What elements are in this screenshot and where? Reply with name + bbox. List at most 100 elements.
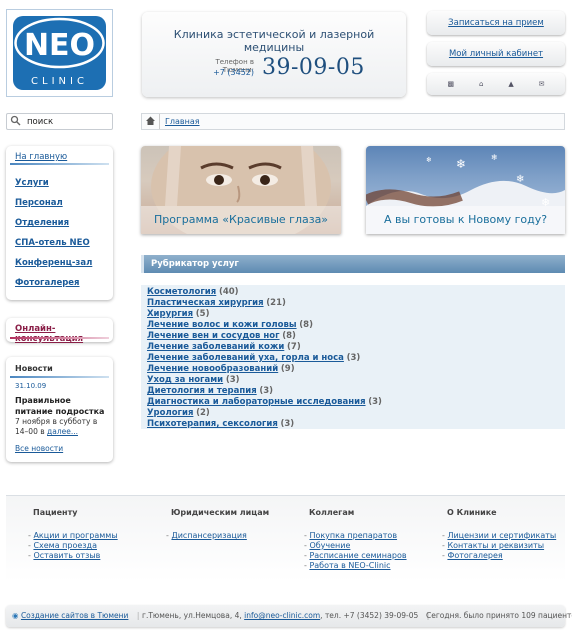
list-item[interactable]: Уход за ногами (3): [147, 375, 382, 386]
list-item[interactable]: Диагностика и лабораторные исследования …: [147, 397, 382, 408]
nav-item-conference[interactable]: Конференц-зал: [15, 258, 92, 278]
banner-beautiful-eyes[interactable]: Программа «Красивые глаза»: [141, 146, 341, 234]
search-input[interactable]: [27, 115, 111, 128]
doc-icon[interactable]: ▩: [447, 80, 454, 88]
phone-number: 39-09-05: [262, 55, 365, 80]
list-item[interactable]: Хирургия (5): [147, 309, 382, 320]
breadcrumb: Главная: [141, 113, 565, 130]
nav-item-staff[interactable]: Персонал: [15, 198, 92, 218]
rubric-link[interactable]: Лечение заболеваний кожи: [147, 342, 284, 352]
rubric-count: (3): [280, 419, 295, 429]
rubric-link[interactable]: Пластическая хирургия: [147, 298, 264, 308]
banner-right-caption: А вы готовы к Новому году?: [366, 206, 565, 234]
logo-word: NEO: [24, 28, 95, 63]
bottom-bar: ◉ Создание сайтов в Тюмени | г.Тюмень, у…: [6, 605, 572, 627]
cabinet-label: Мой личный кабинет: [448, 49, 544, 59]
rubricator-header: Рубрикатор услуг: [141, 255, 565, 273]
cabinet-button[interactable]: Мой личный кабинет: [427, 42, 565, 66]
list-item[interactable]: Диетология и терапия (3): [147, 386, 382, 397]
footer-link[interactable]: Акции и программы: [33, 531, 117, 540]
footer-link[interactable]: Фотогалерея: [447, 551, 502, 560]
rubric-link[interactable]: Лечение заболеваний уха, горла и носа: [147, 353, 344, 363]
rubric-link[interactable]: Лечение волос и кожи головы: [147, 320, 297, 330]
list-item[interactable]: Лечение новообразований (9): [147, 364, 382, 375]
consult-divider: [10, 337, 109, 339]
nav-item-label[interactable]: Услуги: [15, 178, 49, 188]
icon-bar: ▩ ⌂ ▲ ✉: [427, 73, 565, 95]
svg-text:❄: ❄: [456, 157, 466, 171]
rubric-count: (3): [368, 397, 382, 407]
nav-item-label[interactable]: Отделения: [15, 218, 69, 228]
list-item[interactable]: Урология (2): [147, 408, 382, 419]
rubric-link[interactable]: Косметология: [147, 287, 216, 297]
creator-link[interactable]: Создание сайтов в Тюмени: [21, 611, 128, 620]
list-item[interactable]: Косметология (40): [147, 287, 382, 298]
footer-link[interactable]: Оставить отзыв: [33, 551, 100, 560]
nav-item-departments[interactable]: Отделения: [15, 218, 92, 238]
footer-link[interactable]: Лицензии и сертификаты: [447, 531, 556, 540]
list-item[interactable]: Лечение вен и сосудов ног (8): [147, 331, 382, 342]
rubric-count: (21): [266, 298, 286, 308]
footer-link[interactable]: Диспансеризация: [171, 531, 246, 540]
list-item[interactable]: Пластическая хирургия (21): [147, 298, 382, 309]
rubric-link[interactable]: Психотерапия, сексология: [147, 419, 278, 429]
list-item[interactable]: Лечение заболеваний кожи (7): [147, 342, 382, 353]
home-icon[interactable]: ⌂: [479, 80, 483, 88]
consult-link[interactable]: Онлайн-консультация: [15, 324, 113, 344]
footer-col-title: Пациенту: [33, 508, 78, 517]
rubric-link[interactable]: Уход за ногами: [147, 375, 223, 385]
svg-text:❄: ❄: [426, 156, 432, 164]
appointment-button[interactable]: Записаться на прием: [427, 11, 565, 35]
banner-new-year[interactable]: ❄ ❄ ❄ ❄ ❄ А вы готовы к Новому году?: [366, 146, 565, 234]
nav-item-label[interactable]: СПА-отель NEO: [15, 238, 90, 248]
news-divider: [10, 376, 109, 378]
rubric-link[interactable]: Урология: [147, 408, 193, 418]
mail-icon[interactable]: ✉: [539, 80, 545, 88]
address-block: г.Тюмень, ул.Немцова, 4, info@neo-clinic…: [142, 611, 430, 620]
footer-link[interactable]: Расписание семинаров: [309, 551, 406, 560]
news-more-link[interactable]: далее...: [47, 427, 78, 436]
nav-item-label[interactable]: Фотогалерея: [15, 278, 80, 288]
all-news-link[interactable]: Все новости: [15, 444, 63, 453]
search-box: [6, 113, 113, 130]
nav-home-link[interactable]: На главную: [15, 152, 67, 162]
rubricator-list: Косметология (40) Пластическая хирургия …: [141, 285, 565, 429]
nav-item-label[interactable]: Персонал: [15, 198, 63, 208]
rubric-count: (7): [287, 342, 301, 352]
nav-item-label[interactable]: Конференц-зал: [15, 258, 92, 268]
header-box: Клиника эстетической и лазерной медицины…: [142, 12, 406, 97]
svg-text:❄: ❄: [491, 153, 498, 162]
footer-col-title: О Клинике: [447, 508, 497, 517]
nav-item-services[interactable]: Услуги: [15, 178, 92, 198]
list-item[interactable]: Психотерапия, сексология (3): [147, 419, 382, 430]
footer-link[interactable]: Схема проезда: [33, 541, 97, 550]
sitemap-icon[interactable]: ▲: [508, 80, 513, 88]
rubric-link[interactable]: Лечение вен и сосудов ног: [147, 331, 280, 341]
rubric-link[interactable]: Лечение новообразований: [147, 364, 278, 374]
breadcrumb-home-link[interactable]: Главная: [165, 117, 200, 126]
clinic-name: Клиника эстетической и лазерной медицины: [173, 28, 375, 54]
main-nav: На главную Услуги Персонал Отделения СПА…: [6, 146, 113, 300]
appointment-label: Записаться на прием: [448, 18, 544, 28]
rubricator-title: Рубрикатор услуг: [151, 259, 239, 269]
news-panel: Новости 31.10.09 Правильное питание подр…: [6, 357, 113, 462]
footer-link[interactable]: Контакты и реквизиты: [447, 541, 544, 550]
rubric-count: (3): [259, 386, 274, 396]
nav-item-gallery[interactable]: Фотогалерея: [15, 278, 92, 298]
rubric-link[interactable]: Диагностика и лабораторные исследования: [147, 397, 366, 407]
footer-link[interactable]: Обучение: [309, 541, 350, 550]
footer-link[interactable]: Покупка препаратов: [309, 531, 397, 540]
email-link[interactable]: info@neo-clinic.com: [244, 611, 320, 620]
list-item[interactable]: Лечение заболеваний уха, горла и носа (3…: [147, 353, 382, 364]
footer-col-about: О Клинике - Лицензии и сертификаты - Кон…: [442, 508, 557, 560]
nav-item-spa[interactable]: СПА-отель NEO: [15, 238, 92, 258]
list-item[interactable]: Лечение волос и кожи головы (8): [147, 320, 382, 331]
footer-link[interactable]: Работа в NEO-Clinic: [309, 561, 390, 570]
rubric-link[interactable]: Хирургия: [147, 309, 193, 319]
home-icon[interactable]: [145, 115, 156, 129]
phone-code: +7 (3452): [213, 68, 254, 77]
search-icon[interactable]: [10, 115, 23, 128]
footer-col-colleagues: Коллегам - Покупка препаратов - Обучение…: [304, 508, 407, 570]
rubric-link[interactable]: Диетология и терапия: [147, 386, 257, 396]
logo[interactable]: NEO CLINIC: [6, 9, 113, 97]
